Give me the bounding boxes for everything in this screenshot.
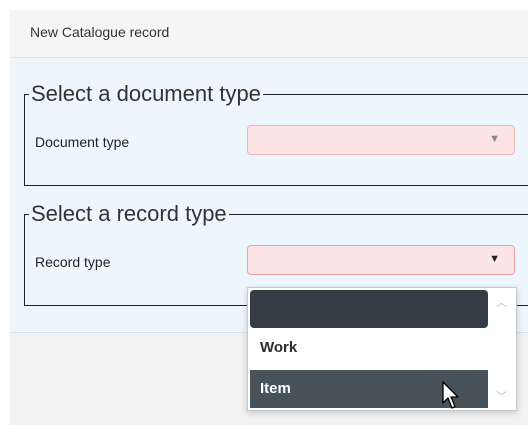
dropdown-option-work[interactable]: Work: [250, 330, 488, 366]
chevron-down-icon: ▼: [489, 133, 500, 145]
dialog-header: New Catalogue record: [10, 10, 528, 58]
dialog-title: New Catalogue record: [30, 24, 170, 40]
scroll-up-icon[interactable]: ︿: [496, 294, 507, 310]
document-type-select[interactable]: ▼: [247, 125, 515, 155]
record-type-dropdown: Work Item ︿ ﹀: [247, 287, 517, 411]
document-type-group: Select a document type Document type ▼: [24, 82, 528, 186]
record-type-select[interactable]: ▼: [247, 245, 515, 275]
document-type-legend: Select a document type: [31, 81, 261, 106]
dropdown-scrollbar[interactable]: ︿ ﹀: [490, 290, 514, 408]
record-type-legend: Select a record type: [31, 201, 227, 226]
dropdown-option-blank[interactable]: [250, 290, 488, 328]
record-type-label: Record type: [35, 254, 111, 270]
pointer-cursor-icon: [442, 381, 459, 409]
scroll-down-icon[interactable]: ﹀: [496, 388, 507, 404]
document-type-label: Document type: [35, 134, 130, 150]
chevron-down-icon: ▼: [489, 253, 500, 265]
